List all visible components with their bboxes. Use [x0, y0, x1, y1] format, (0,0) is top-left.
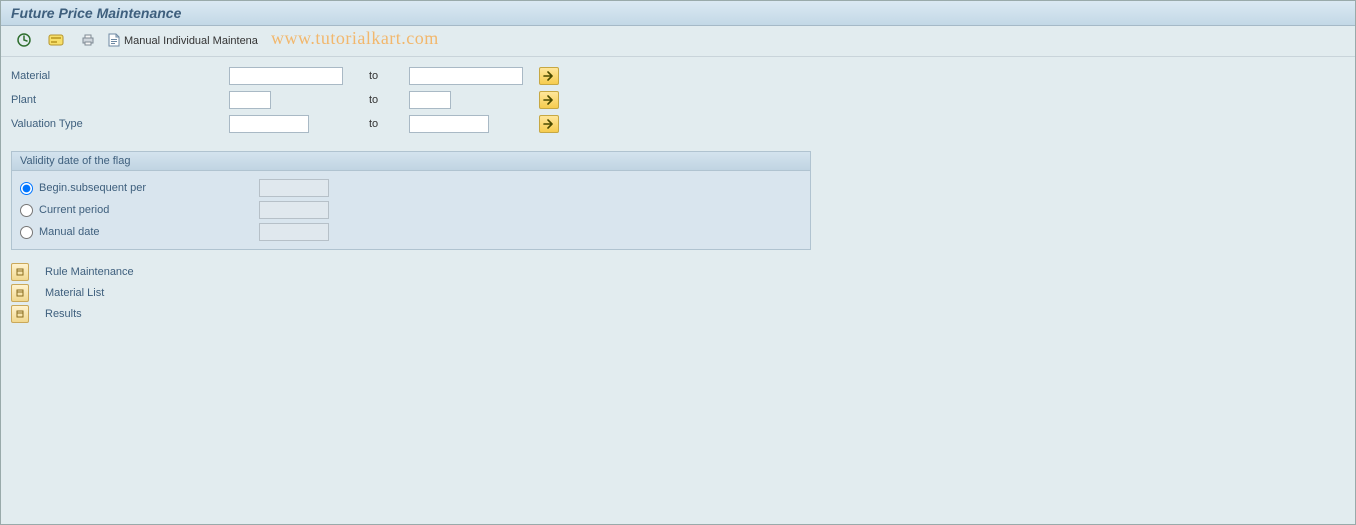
plant-from-input[interactable]	[229, 91, 271, 109]
material-from-input[interactable]	[229, 67, 343, 85]
radio-label-current-period: Current period	[39, 204, 259, 216]
radio-row-current-period[interactable]: Current period	[20, 199, 802, 221]
expander-label: Rule Maintenance	[45, 266, 134, 278]
clock-execute-icon	[17, 33, 31, 50]
radio-current-period[interactable]	[20, 204, 33, 217]
material-to-input[interactable]	[409, 67, 523, 85]
valuation-type-multiple-selection-button[interactable]	[539, 115, 559, 133]
row-plant: Plant to	[11, 89, 1345, 111]
expander-results[interactable]: Results	[11, 304, 1345, 324]
arrow-right-icon	[543, 119, 555, 129]
app-frame: Future Price Maintenance	[0, 0, 1356, 525]
to-label: to	[369, 118, 378, 130]
expander-label: Results	[45, 308, 82, 320]
expander-material-list[interactable]: Material List	[11, 283, 1345, 303]
radio-begin-subsequent[interactable]	[20, 182, 33, 195]
manual-individual-label: Manual Individual Maintena	[124, 35, 258, 47]
arrow-right-icon	[543, 95, 555, 105]
radio-label-begin-subsequent: Begin.subsequent per	[39, 182, 259, 194]
plant-to-input[interactable]	[409, 91, 451, 109]
expander-label: Material List	[45, 287, 104, 299]
page-title: Future Price Maintenance	[11, 5, 1345, 21]
label-material: Material	[11, 70, 229, 82]
document-icon	[108, 33, 120, 50]
watermark-text: www.tutorialkart.com	[271, 28, 439, 49]
printer-icon	[81, 33, 95, 50]
row-material: Material to	[11, 65, 1345, 87]
radio-row-begin-subsequent[interactable]: Begin.subsequent per	[20, 177, 802, 199]
variant-button[interactable]	[41, 30, 71, 52]
expander-list: Rule Maintenance Material List	[11, 262, 1345, 324]
expander-rule-maintenance[interactable]: Rule Maintenance	[11, 262, 1345, 282]
material-multiple-selection-button[interactable]	[539, 67, 559, 85]
toolbar: Manual Individual Maintena www.tutorialk…	[1, 26, 1355, 57]
groupbox-title: Validity date of the flag	[12, 152, 810, 171]
arrow-right-icon	[543, 71, 555, 81]
manual-individual-button[interactable]: Manual Individual Maintena	[105, 30, 265, 52]
radio-label-manual-date: Manual date	[39, 226, 259, 238]
groupbox-body: Begin.subsequent per Current period Manu…	[12, 171, 810, 249]
content: Material to Plant to	[1, 57, 1355, 333]
expand-icon	[11, 305, 29, 323]
label-plant: Plant	[11, 94, 229, 106]
radio-row-manual-date[interactable]: Manual date	[20, 221, 802, 243]
label-valuation-type: Valuation Type	[11, 118, 229, 130]
valuation-type-from-input[interactable]	[229, 115, 309, 133]
validity-date-groupbox: Validity date of the flag Begin.subseque…	[11, 151, 811, 250]
expand-icon	[11, 284, 29, 302]
valuation-type-to-input[interactable]	[409, 115, 489, 133]
begin-subsequent-date-field	[259, 179, 329, 197]
current-period-date-field	[259, 201, 329, 219]
expand-icon	[11, 263, 29, 281]
to-label: to	[369, 70, 378, 82]
manual-date-field	[259, 223, 329, 241]
variant-icon	[48, 33, 64, 50]
execute-button[interactable]	[9, 30, 39, 52]
titlebar: Future Price Maintenance	[1, 1, 1355, 26]
radio-manual-date[interactable]	[20, 226, 33, 239]
to-label: to	[369, 94, 378, 106]
row-valuation-type: Valuation Type to	[11, 113, 1345, 135]
plant-multiple-selection-button[interactable]	[539, 91, 559, 109]
print-button[interactable]	[73, 30, 103, 52]
